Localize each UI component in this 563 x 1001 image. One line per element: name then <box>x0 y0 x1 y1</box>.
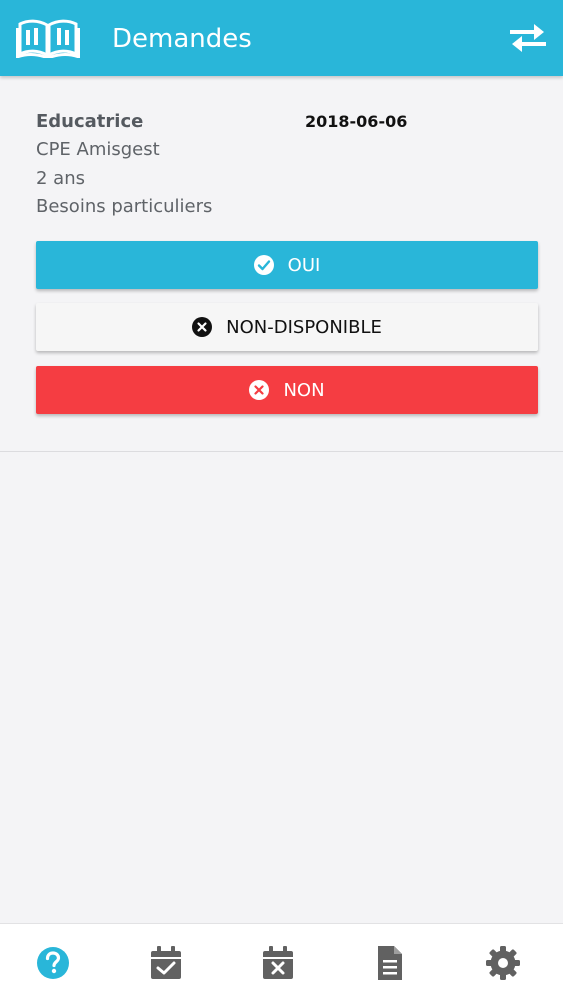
divider <box>0 451 563 452</box>
x-circle-icon <box>192 317 213 337</box>
no-button[interactable]: NON <box>36 366 538 414</box>
tab-accepted[interactable] <box>148 945 184 981</box>
document-icon <box>378 946 402 980</box>
swap-arrows-icon[interactable] <box>508 22 548 54</box>
tab-refused[interactable] <box>260 945 296 981</box>
question-circle-icon <box>37 947 69 979</box>
tab-settings[interactable] <box>485 945 521 981</box>
request-date: 2018-06-06 <box>305 112 408 131</box>
book-icon <box>16 19 80 58</box>
unavailable-button[interactable]: NON-DISPONIBLE <box>36 303 538 351</box>
gear-icon <box>486 946 520 980</box>
request-note: Besoins particuliers <box>36 196 213 217</box>
x-circle-icon <box>249 380 270 400</box>
app-header: Demandes <box>0 0 563 76</box>
unavailable-button-label: NON-DISPONIBLE <box>226 316 382 338</box>
request-organization: CPE Amisgest <box>36 139 160 160</box>
request-age: 2 ans <box>36 168 85 189</box>
bottom-tab-bar <box>0 923 563 1001</box>
tab-documents[interactable] <box>372 945 408 981</box>
no-button-label: NON <box>283 379 325 401</box>
tab-requests[interactable] <box>35 945 71 981</box>
request-role: Educatrice <box>36 111 144 132</box>
calendar-check-icon <box>151 946 181 979</box>
page-title: Demandes <box>112 24 252 54</box>
check-circle-icon <box>253 255 274 275</box>
yes-button-label: OUI <box>287 254 321 276</box>
yes-button[interactable]: OUI <box>36 241 538 289</box>
calendar-x-icon <box>263 946 293 979</box>
